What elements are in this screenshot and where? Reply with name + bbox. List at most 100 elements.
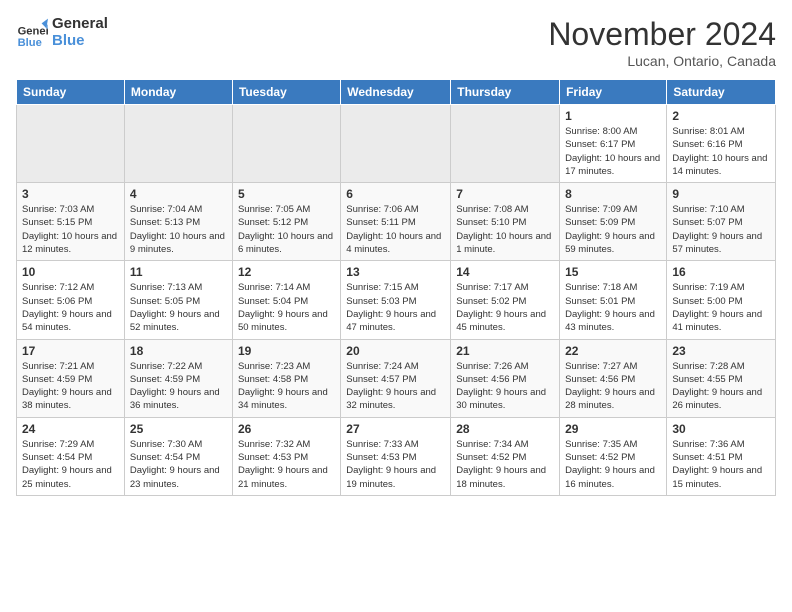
day-number: 22 (565, 344, 661, 358)
day-number: 13 (346, 265, 445, 279)
calendar-cell: 8Sunrise: 7:09 AM Sunset: 5:09 PM Daylig… (560, 183, 667, 261)
title-block: November 2024 Lucan, Ontario, Canada (548, 16, 776, 69)
calendar-week-row: 3Sunrise: 7:03 AM Sunset: 5:15 PM Daylig… (17, 183, 776, 261)
day-info: Sunrise: 7:27 AM Sunset: 4:56 PM Dayligh… (565, 360, 661, 413)
calendar-cell: 16 Sunrise: 7:19 AM Sunset: 5:00 PM Dayli… (667, 261, 776, 339)
day-info: Sunrise: 7:13 AM Sunset: 5:05 PM Dayligh… (130, 281, 227, 334)
day-number: 18 (130, 344, 227, 358)
calendar-cell (232, 105, 340, 183)
day-number: 29 (565, 422, 661, 436)
calendar-week-row: 17Sunrise: 7:21 AM Sunset: 4:59 PM Dayli… (17, 339, 776, 417)
calendar-cell (341, 105, 451, 183)
logo-general: General (52, 16, 108, 33)
day-info: Sunrise: 7:29 AM Sunset: 4:54 PM Dayligh… (22, 438, 119, 491)
day-info: Sunrise: 7:15 AM Sunset: 5:03 PM Dayligh… (346, 281, 445, 334)
calendar-cell: 14 Sunrise: 7:17 AM Sunset: 5:02 PM Dayli… (451, 261, 560, 339)
day-info: Sunrise: 7:18 AM Sunset: 5:01 PM Dayligh… (565, 281, 661, 334)
day-info: Sunrise: 7:28 AM Sunset: 4:55 PM Dayligh… (672, 360, 770, 413)
day-number: 23 (672, 344, 770, 358)
day-info: Sunrise: 7:26 AM Sunset: 4:56 PM Dayligh… (456, 360, 554, 413)
day-info: Sunrise: 7:22 AM Sunset: 4:59 PM Dayligh… (130, 360, 227, 413)
calendar-cell: 26Sunrise: 7:32 AM Sunset: 4:53 PM Dayli… (232, 417, 340, 495)
calendar-cell: 12 Sunrise: 7:14 AM Sunset: 5:04 PM Dayli… (232, 261, 340, 339)
day-number: 9 (672, 187, 770, 201)
day-info: Sunrise: 7:34 AM Sunset: 4:52 PM Dayligh… (456, 438, 554, 491)
day-info: Sunrise: 7:14 AM Sunset: 5:04 PM Dayligh… (238, 281, 335, 334)
weekday-header: Tuesday (232, 80, 340, 105)
calendar-cell: 9Sunrise: 7:10 AM Sunset: 5:07 PM Daylig… (667, 183, 776, 261)
calendar-cell (451, 105, 560, 183)
day-info: Sunrise: 7:33 AM Sunset: 4:53 PM Dayligh… (346, 438, 445, 491)
day-info: Sunrise: 7:04 AM Sunset: 5:13 PM Dayligh… (130, 203, 227, 256)
calendar-cell: 29 Sunrise: 7:35 AM Sunset: 4:52 PM Dayli… (560, 417, 667, 495)
day-number: 25 (130, 422, 227, 436)
day-number: 12 (238, 265, 335, 279)
day-number: 1 (565, 109, 661, 123)
svg-text:Blue: Blue (18, 36, 42, 48)
day-info: Sunrise: 7:08 AM Sunset: 5:10 PM Dayligh… (456, 203, 554, 256)
day-number: 14 (456, 265, 554, 279)
calendar-cell: 23 Sunrise: 7:28 AM Sunset: 4:55 PM Dayli… (667, 339, 776, 417)
page-header: General Blue General Blue November 2024 … (16, 16, 776, 69)
calendar-cell: 11 Sunrise: 7:13 AM Sunset: 5:05 PM Dayli… (124, 261, 232, 339)
weekday-header: Wednesday (341, 80, 451, 105)
day-number: 21 (456, 344, 554, 358)
day-info: Sunrise: 7:03 AM Sunset: 5:15 PM Dayligh… (22, 203, 119, 256)
day-info: Sunrise: 7:05 AM Sunset: 5:12 PM Dayligh… (238, 203, 335, 256)
calendar-cell: 2Sunrise: 8:01 AM Sunset: 6:16 PM Daylig… (667, 105, 776, 183)
calendar-cell: 28 Sunrise: 7:34 AM Sunset: 4:52 PM Dayli… (451, 417, 560, 495)
day-info: Sunrise: 7:30 AM Sunset: 4:54 PM Dayligh… (130, 438, 227, 491)
month-title: November 2024 (548, 16, 776, 53)
calendar-cell: 5Sunrise: 7:05 AM Sunset: 5:12 PM Daylig… (232, 183, 340, 261)
day-number: 17 (22, 344, 119, 358)
calendar-cell: 25 Sunrise: 7:30 AM Sunset: 4:54 PM Dayli… (124, 417, 232, 495)
day-info: Sunrise: 8:01 AM Sunset: 6:16 PM Dayligh… (672, 125, 770, 178)
calendar: SundayMondayTuesdayWednesdayThursdayFrid… (16, 79, 776, 496)
day-info: Sunrise: 7:06 AM Sunset: 5:11 PM Dayligh… (346, 203, 445, 256)
day-info: Sunrise: 7:12 AM Sunset: 5:06 PM Dayligh… (22, 281, 119, 334)
weekday-header: Monday (124, 80, 232, 105)
day-number: 8 (565, 187, 661, 201)
day-number: 4 (130, 187, 227, 201)
day-info: Sunrise: 7:24 AM Sunset: 4:57 PM Dayligh… (346, 360, 445, 413)
weekday-header: Sunday (17, 80, 125, 105)
calendar-cell: 30Sunrise: 7:36 AM Sunset: 4:51 PM Dayli… (667, 417, 776, 495)
calendar-cell: 13 Sunrise: 7:15 AM Sunset: 5:03 PM Dayli… (341, 261, 451, 339)
day-number: 30 (672, 422, 770, 436)
calendar-cell: 22 Sunrise: 7:27 AM Sunset: 4:56 PM Dayli… (560, 339, 667, 417)
day-info: Sunrise: 7:17 AM Sunset: 5:02 PM Dayligh… (456, 281, 554, 334)
calendar-cell: 3Sunrise: 7:03 AM Sunset: 5:15 PM Daylig… (17, 183, 125, 261)
calendar-cell: 24 Sunrise: 7:29 AM Sunset: 4:54 PM Dayli… (17, 417, 125, 495)
calendar-cell (124, 105, 232, 183)
logo-blue: Blue (52, 33, 108, 50)
calendar-cell: 4 Sunrise: 7:04 AM Sunset: 5:13 PM Daylig… (124, 183, 232, 261)
calendar-cell: 7Sunrise: 7:08 AM Sunset: 5:10 PM Daylig… (451, 183, 560, 261)
day-number: 10 (22, 265, 119, 279)
day-number: 24 (22, 422, 119, 436)
weekday-header: Saturday (667, 80, 776, 105)
day-number: 19 (238, 344, 335, 358)
day-info: Sunrise: 7:32 AM Sunset: 4:53 PM Dayligh… (238, 438, 335, 491)
location: Lucan, Ontario, Canada (548, 53, 776, 69)
calendar-cell (17, 105, 125, 183)
calendar-cell: 1 Sunrise: 8:00 AM Sunset: 6:17 PM Daylig… (560, 105, 667, 183)
calendar-cell: 10 Sunrise: 7:12 AM Sunset: 5:06 PM Dayli… (17, 261, 125, 339)
calendar-week-row: 10 Sunrise: 7:12 AM Sunset: 5:06 PM Dayli… (17, 261, 776, 339)
svg-text:General: General (18, 25, 48, 37)
weekday-header: Friday (560, 80, 667, 105)
logo: General Blue General Blue (16, 16, 108, 49)
day-info: Sunrise: 7:19 AM Sunset: 5:00 PM Dayligh… (672, 281, 770, 334)
day-number: 15 (565, 265, 661, 279)
day-info: Sunrise: 7:35 AM Sunset: 4:52 PM Dayligh… (565, 438, 661, 491)
calendar-cell: 15 Sunrise: 7:18 AM Sunset: 5:01 PM Dayli… (560, 261, 667, 339)
day-number: 27 (346, 422, 445, 436)
day-number: 16 (672, 265, 770, 279)
day-number: 6 (346, 187, 445, 201)
day-number: 11 (130, 265, 227, 279)
calendar-cell: 19Sunrise: 7:23 AM Sunset: 4:58 PM Dayli… (232, 339, 340, 417)
calendar-cell: 17Sunrise: 7:21 AM Sunset: 4:59 PM Dayli… (17, 339, 125, 417)
logo-icon: General Blue (16, 17, 48, 49)
day-info: Sunrise: 8:00 AM Sunset: 6:17 PM Dayligh… (565, 125, 661, 178)
day-number: 28 (456, 422, 554, 436)
calendar-week-row: 24 Sunrise: 7:29 AM Sunset: 4:54 PM Dayli… (17, 417, 776, 495)
